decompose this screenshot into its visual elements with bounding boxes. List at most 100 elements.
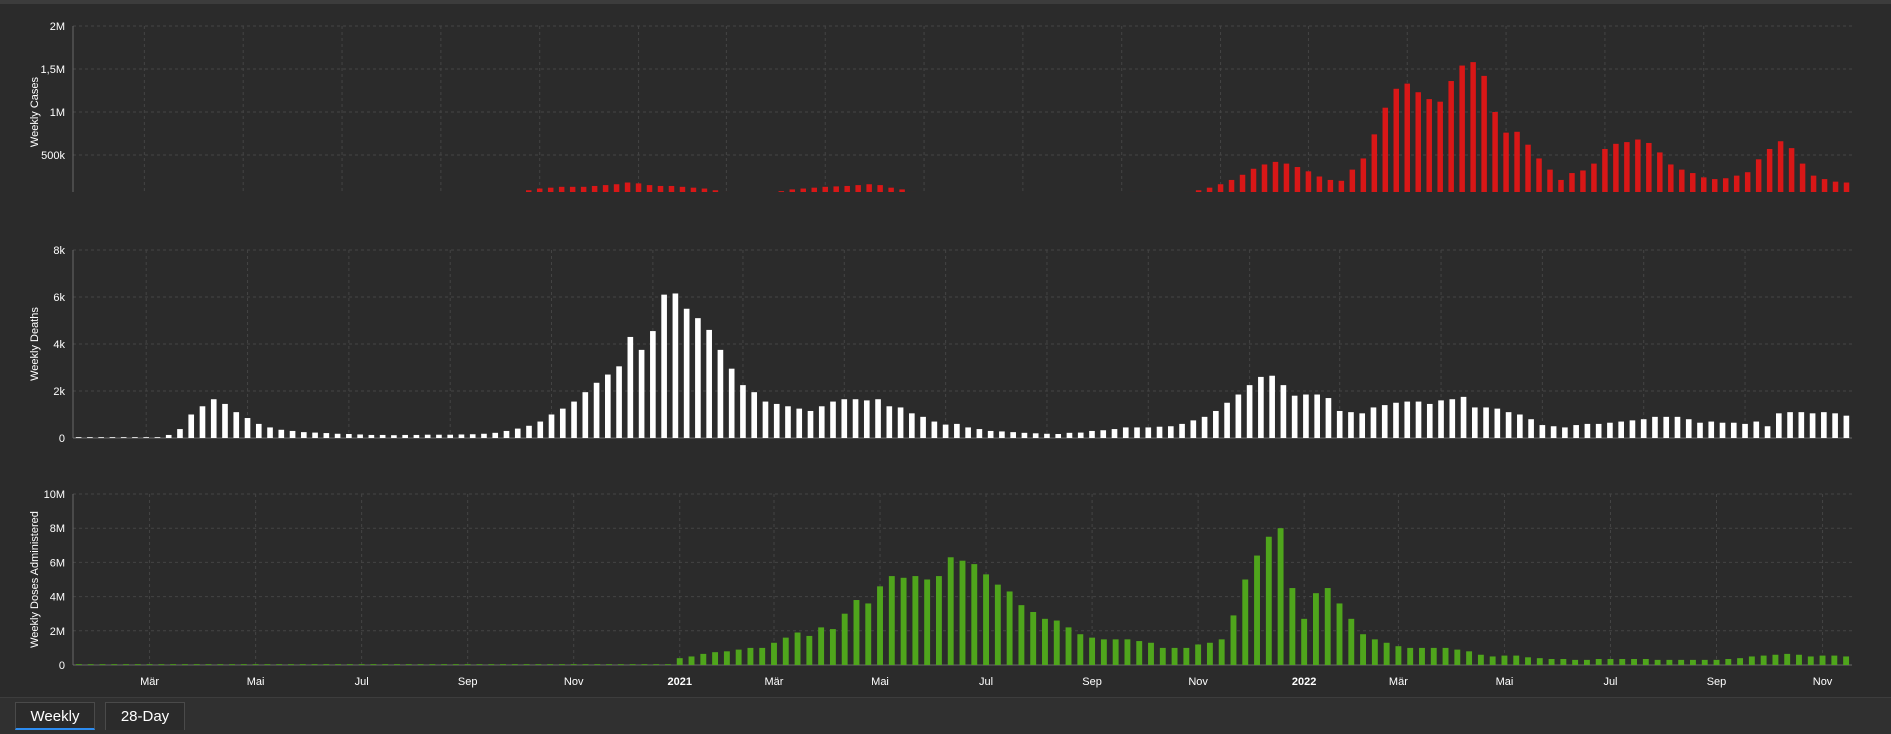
doses-bar <box>288 664 294 665</box>
doses-xtick-label: 2022 <box>1292 676 1316 688</box>
cases-bar <box>658 186 663 192</box>
cases-bar <box>1723 178 1728 192</box>
deaths-bar <box>661 295 667 438</box>
doses-bar <box>1231 615 1237 665</box>
deaths-bar <box>1044 434 1050 438</box>
cases-bar <box>1646 143 1651 192</box>
cases-ytick-label: 1M <box>50 107 65 119</box>
deaths-bar <box>920 417 926 438</box>
doses-ytick-label: 8M <box>50 523 65 535</box>
deaths-bar <box>1449 399 1455 438</box>
deaths-bar <box>1551 426 1557 438</box>
deaths-bar <box>1573 425 1579 438</box>
cases-bar <box>1383 108 1388 192</box>
deaths-bar <box>98 437 104 438</box>
doses-bar <box>983 574 989 665</box>
doses-bar <box>300 664 306 665</box>
doses-xtick-label: Nov <box>564 676 584 688</box>
cases-bar <box>1481 76 1486 192</box>
deaths-bar <box>537 422 543 438</box>
deaths-bar <box>481 434 487 438</box>
deaths-bar <box>414 435 420 438</box>
tab-weekly[interactable]: Weekly <box>15 702 95 730</box>
deaths-bar <box>1528 419 1534 438</box>
doses-bar <box>488 664 494 665</box>
doses-bar <box>1431 648 1437 665</box>
doses-bar <box>665 664 671 665</box>
deaths-bar <box>1258 377 1264 438</box>
deaths-bar <box>267 427 273 438</box>
deaths-bar <box>639 350 645 438</box>
deaths-bar <box>391 435 397 438</box>
doses-bar <box>594 664 600 665</box>
deaths-bar <box>819 406 825 438</box>
doses-bar <box>170 664 176 665</box>
doses-bar <box>677 658 683 665</box>
cases-bar <box>1306 171 1311 192</box>
cases-bar <box>1503 133 1508 192</box>
deaths-bar <box>571 402 577 438</box>
deaths-bar <box>87 437 93 438</box>
deaths-bar <box>447 435 453 438</box>
deaths-bar <box>1055 434 1061 438</box>
doses-xtick-label: Mai <box>871 676 889 688</box>
deaths-bar <box>1720 423 1726 438</box>
cases-bar <box>1415 92 1420 192</box>
doses-bar <box>1242 580 1248 666</box>
deaths-bar <box>1022 433 1028 438</box>
doses-bar <box>583 664 589 665</box>
doses-bar <box>736 650 742 665</box>
deaths-bar <box>1269 376 1275 438</box>
doses-bar <box>1643 659 1649 665</box>
doses-bar <box>1513 656 1519 665</box>
doses-bar <box>1148 643 1154 665</box>
doses-bar <box>1831 656 1837 665</box>
deaths-bar <box>504 431 510 438</box>
deaths-bar <box>1416 402 1422 438</box>
doses-bar <box>759 648 765 665</box>
doses-bar <box>889 576 895 665</box>
doses-bar <box>1702 660 1708 665</box>
doses-bar <box>1348 619 1354 665</box>
deaths-bar <box>1393 403 1399 438</box>
cases-bar <box>877 185 882 192</box>
cases-bar <box>1328 180 1333 192</box>
doses-bar <box>559 664 565 665</box>
doses-bar <box>123 664 129 665</box>
deaths-bar <box>605 375 611 438</box>
cases-ytick-label: 2M <box>50 21 65 33</box>
weekly-doses-svg: 02M4M6M8M10MMärMaiJulSepNov2021MärMaiJul… <box>0 490 1891 690</box>
cases-bar <box>1240 175 1245 192</box>
deaths-bar <box>1438 400 1444 438</box>
deaths-bar <box>1787 412 1793 438</box>
cases-bar <box>691 188 696 192</box>
doses-bar <box>912 576 918 665</box>
deaths-bar <box>943 425 949 438</box>
cases-bar <box>1558 180 1563 192</box>
cases-bar <box>812 188 817 192</box>
doses-bar <box>382 664 388 665</box>
deaths-bar <box>177 429 183 438</box>
doses-bar <box>1301 619 1307 665</box>
doses-bar <box>1113 639 1119 665</box>
doses-bar <box>1372 639 1378 665</box>
cases-bar <box>1580 170 1585 192</box>
cases-bar <box>801 189 806 192</box>
deaths-bar <box>200 406 206 438</box>
deaths-bar <box>1753 422 1759 438</box>
deaths-bar <box>1686 419 1692 438</box>
doses-xtick-label: 2021 <box>668 676 692 688</box>
doses-bar <box>1266 537 1272 665</box>
cases-bar <box>1437 102 1442 192</box>
doses-bar <box>712 652 718 665</box>
doses-bar <box>1796 655 1802 665</box>
doses-bar <box>1407 648 1413 665</box>
cases-bar <box>713 190 718 192</box>
doses-bar <box>135 664 141 665</box>
doses-bar <box>1502 656 1508 665</box>
cases-bar <box>1317 177 1322 193</box>
doses-bar <box>1525 657 1531 665</box>
cases-bar <box>526 190 531 192</box>
cases-bar <box>1690 173 1695 192</box>
tab-28-day[interactable]: 28-Day <box>105 702 185 730</box>
